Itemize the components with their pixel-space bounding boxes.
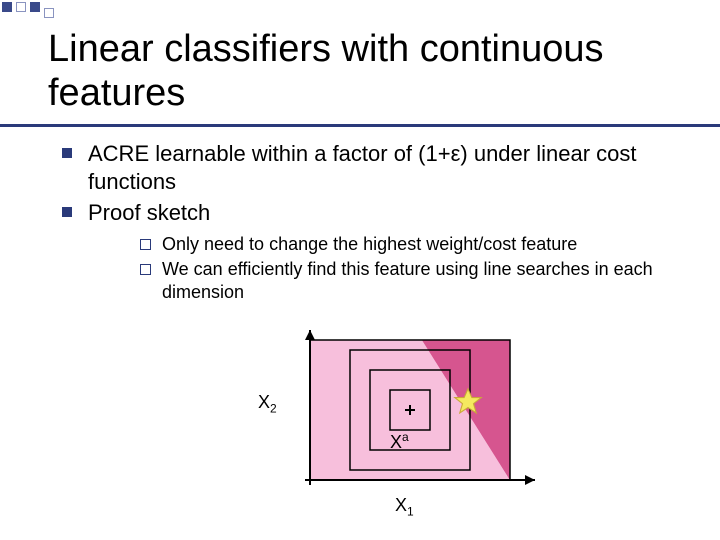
sub-bullet-list: Only need to change the highest weight/c… [138, 233, 680, 304]
sub-bullet-2: We can efficiently find this feature usi… [138, 258, 680, 303]
sub-bullet-1: Only need to change the highest weight/c… [138, 233, 680, 256]
bullet-list: ACRE learnable within a factor of (1+ε) … [60, 140, 680, 303]
bullet-item-2: Proof sketch Only need to change the hig… [60, 199, 680, 303]
slide-title: Linear classifiers with continuous featu… [48, 28, 720, 115]
diagram-svg [250, 330, 550, 520]
title-underline [0, 124, 720, 127]
axis-label-x2: X2 [258, 392, 277, 416]
axis-label-x1: X1 [395, 495, 414, 519]
corner-decoration [0, 0, 120, 24]
bullet-2-text: Proof sketch [88, 200, 210, 225]
diagram-figure: X2 X1 Xa [250, 330, 550, 520]
center-label-xa: Xa [390, 430, 409, 453]
content-area: ACRE learnable within a factor of (1+ε) … [60, 140, 680, 307]
bullet-1-epsilon: ε [451, 141, 461, 166]
bullet-1-text-pre: ACRE learnable within a factor of (1+ [88, 141, 451, 166]
bullet-item-1: ACRE learnable within a factor of (1+ε) … [60, 140, 680, 195]
slide: Linear classifiers with continuous featu… [0, 0, 720, 540]
